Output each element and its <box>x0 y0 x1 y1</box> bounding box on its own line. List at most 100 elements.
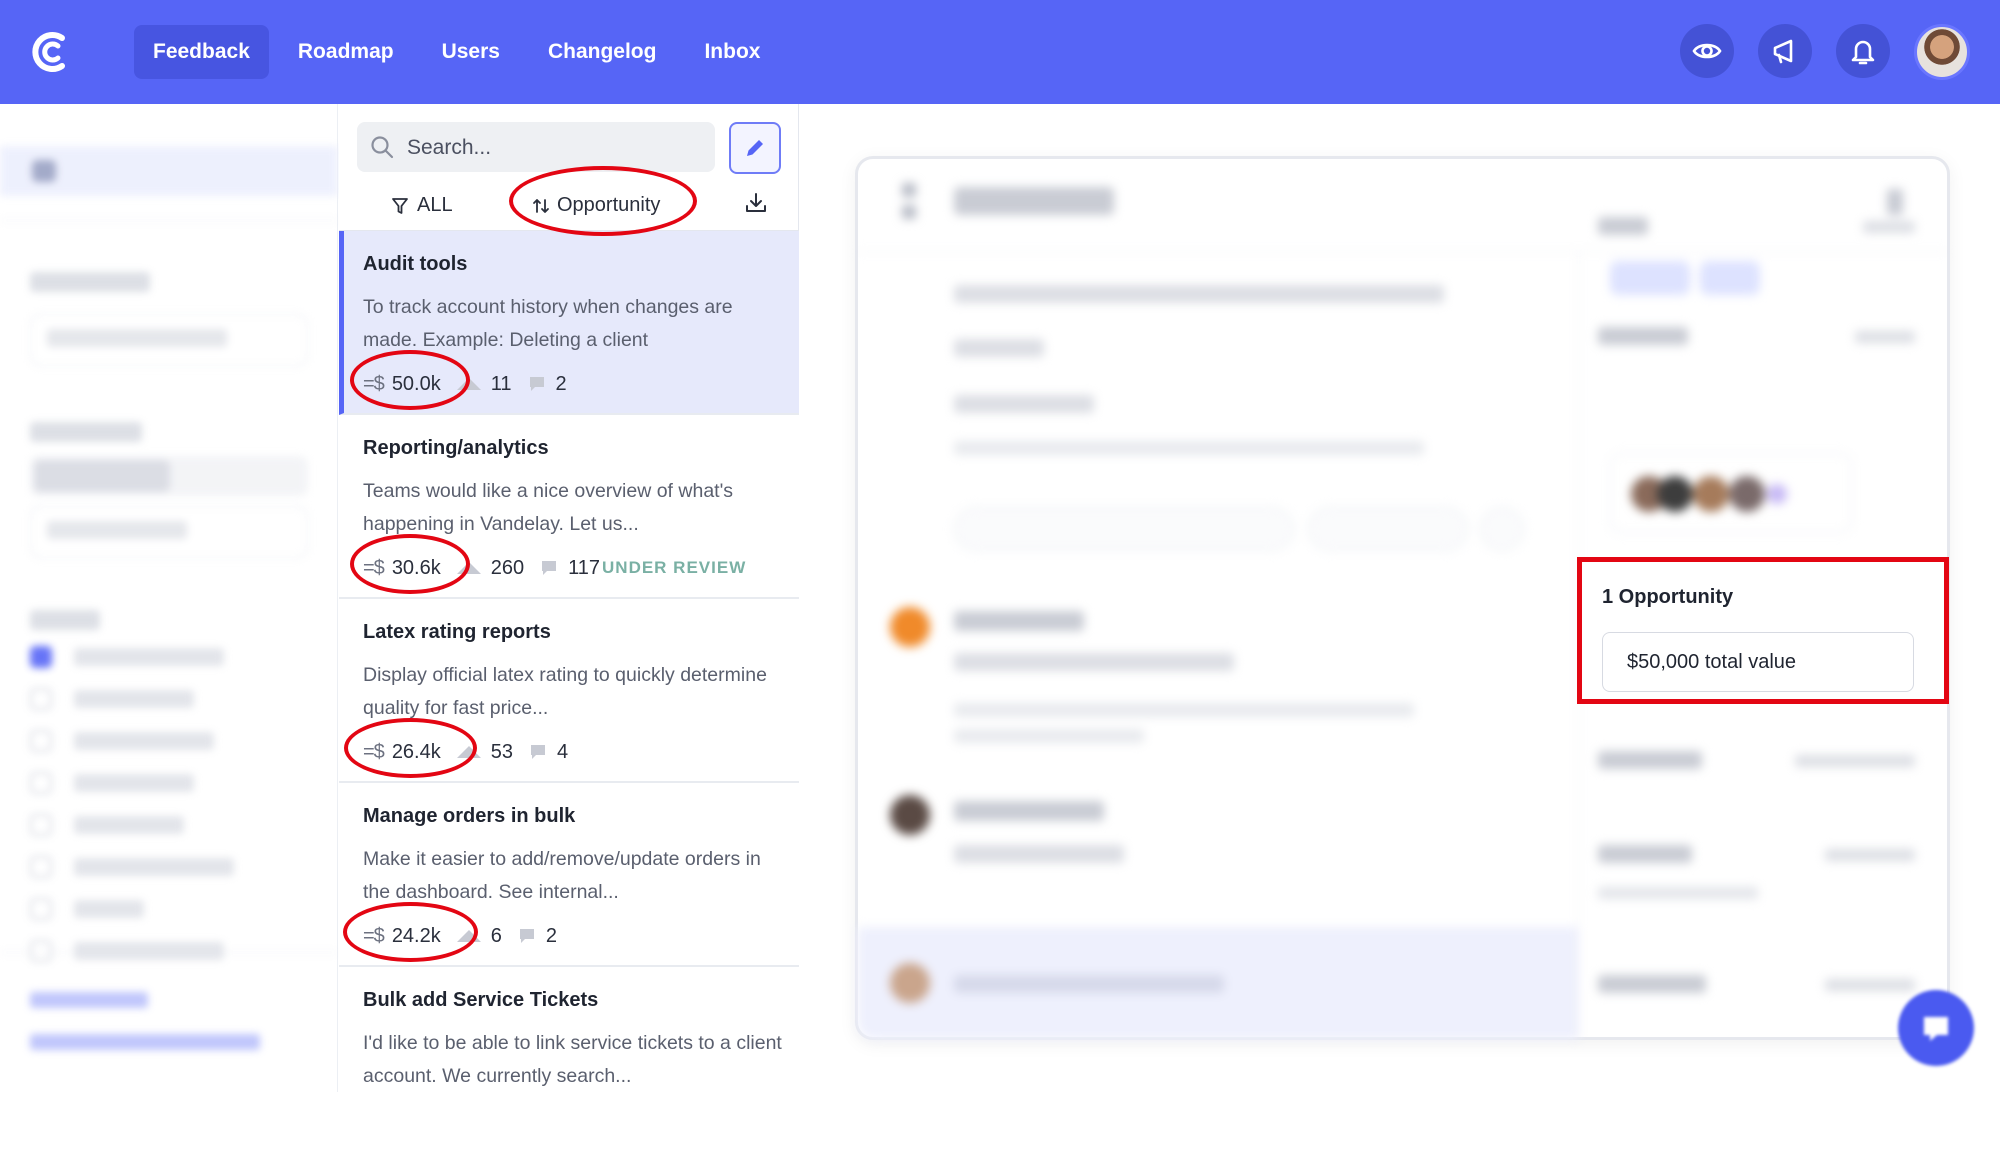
comment-text <box>954 653 1234 671</box>
post-description: I'd like to be able to link service tick… <box>363 1032 782 1087</box>
post-title: Latex rating reports <box>363 621 551 643</box>
post-title: Manage orders in bulk <box>363 805 576 827</box>
annotation-circle <box>343 902 478 962</box>
nav-feedback[interactable]: Feedback <box>134 25 269 79</box>
chat-icon <box>1924 1017 1948 1041</box>
post-list-panel: Search... ALL Opportunity Audit tools To… <box>339 104 799 1151</box>
sidebar-footer <box>0 952 338 1092</box>
post-description: To track account history when changes ar… <box>363 296 733 351</box>
comment-count: 2 <box>545 924 557 947</box>
board-item[interactable] <box>30 894 308 924</box>
download-icon[interactable] <box>743 190 769 216</box>
create-saved-filter-link[interactable] <box>30 1034 260 1050</box>
sidebar-item-all-feedback[interactable] <box>0 146 338 196</box>
post-body-line <box>954 339 1044 357</box>
bell-icon <box>1851 40 1875 65</box>
add-voter-link[interactable] <box>1855 331 1915 343</box>
voters-label <box>1598 327 1688 345</box>
chat-launcher-button[interactable] <box>1898 990 1974 1066</box>
activity-search-input[interactable] <box>954 507 1294 551</box>
annotation-circle <box>350 350 470 410</box>
date-range-toggle[interactable] <box>30 456 308 496</box>
post-body-line <box>954 395 1094 413</box>
annotation-circle <box>509 166 697 236</box>
tags-label <box>1598 217 1648 235</box>
canny-logo-icon[interactable] <box>28 28 76 76</box>
eye-icon <box>1692 43 1722 59</box>
tag-badge[interactable] <box>1700 261 1760 295</box>
link-clickup-task-link[interactable] <box>1825 979 1915 991</box>
inbox-icon <box>32 160 56 182</box>
filter-icon <box>392 197 408 214</box>
filter-label: ALL <box>417 194 453 216</box>
tag-badge[interactable] <box>1610 261 1690 295</box>
board-item[interactable] <box>30 852 308 882</box>
post-description: Make it easier to add/remove/update orde… <box>363 848 761 903</box>
comment-count: 117 <box>568 556 601 579</box>
top-navigation-bar: Feedback Roadmap Users Changelog Inbox <box>0 0 2000 104</box>
post-title: Audit tools <box>363 253 468 275</box>
filter-button[interactable]: ALL <box>391 194 453 217</box>
commenter-avatar <box>890 607 930 647</box>
comment-meta <box>954 729 1144 743</box>
comment-count: 4 <box>557 740 569 763</box>
activity-action-button[interactable] <box>1480 507 1524 551</box>
board-item[interactable] <box>30 684 308 714</box>
voters-avatars[interactable] <box>1610 453 1852 533</box>
user-segment-dropdown[interactable] <box>30 314 308 366</box>
divider <box>0 220 338 221</box>
user-avatar[interactable] <box>1914 24 1970 80</box>
post-description: Display official latex rating to quickly… <box>363 664 767 719</box>
nav-roadmap[interactable]: Roadmap <box>279 25 413 79</box>
main-nav: Feedback Roadmap Users Changelog Inbox <box>134 25 789 79</box>
comment-meta <box>954 703 1414 717</box>
opportunity-title: 1 Opportunity <box>1602 586 1734 608</box>
comment-icon <box>531 745 545 759</box>
comment-count: 2 <box>555 372 567 395</box>
nav-inbox[interactable]: Inbox <box>685 25 779 79</box>
update-all-link[interactable] <box>30 992 148 1008</box>
post-nav-arrows[interactable] <box>902 183 918 223</box>
user-segment-label <box>30 272 150 292</box>
divider <box>858 251 1947 252</box>
board-item[interactable] <box>30 768 308 798</box>
view-public-button[interactable] <box>1680 24 1734 78</box>
post-meta <box>954 441 1424 455</box>
create-asana-task-link[interactable] <box>1598 887 1758 899</box>
post-card[interactable]: Bulk add Service Tickets I'd like to be … <box>339 967 799 1151</box>
board-item[interactable] <box>30 810 308 840</box>
search-input[interactable]: Search... <box>357 122 715 172</box>
pencil-icon <box>747 140 763 156</box>
nav-users[interactable]: Users <box>423 25 519 79</box>
commenter-name <box>954 611 1084 631</box>
commenter-name <box>954 801 1104 821</box>
top-actions <box>1680 24 1970 80</box>
vote-count: 11 <box>490 372 512 395</box>
board-item[interactable] <box>30 642 308 672</box>
date-range-label <box>30 422 142 442</box>
commenter-avatar <box>890 795 930 835</box>
activity-filter-dropdown[interactable] <box>1308 507 1468 551</box>
announcements-button[interactable] <box>1758 24 1812 78</box>
search-icon <box>371 136 394 159</box>
opportunity-total-value[interactable]: $50,000 total value <box>1602 632 1914 692</box>
post-title: Bulk add Service Tickets <box>363 989 599 1011</box>
add-to-roadmap-link[interactable] <box>1795 755 1915 767</box>
sidebar-item-label <box>74 160 80 183</box>
comment-icon <box>542 561 557 575</box>
pin-icon[interactable] <box>1887 189 1903 215</box>
board-item[interactable] <box>30 726 308 756</box>
create-post-button[interactable] <box>729 122 781 174</box>
edit-tags-link[interactable] <box>1863 221 1915 233</box>
annotation-circle <box>350 534 470 594</box>
notifications-button[interactable] <box>1836 24 1890 78</box>
status-badge: UNDER REVIEW <box>602 558 747 577</box>
nav-changelog[interactable]: Changelog <box>529 25 676 79</box>
megaphone-icon <box>1773 39 1793 64</box>
opportunity-section: 1 Opportunity $50,000 total value <box>1577 557 1949 704</box>
date-range-dropdown[interactable] <box>30 506 308 558</box>
link-asana-task-link[interactable] <box>1825 849 1915 861</box>
post-body-line <box>954 285 1444 303</box>
post-description: Teams would like a nice overview of what… <box>363 480 734 535</box>
internal-comment-composer[interactable] <box>858 927 1578 1039</box>
